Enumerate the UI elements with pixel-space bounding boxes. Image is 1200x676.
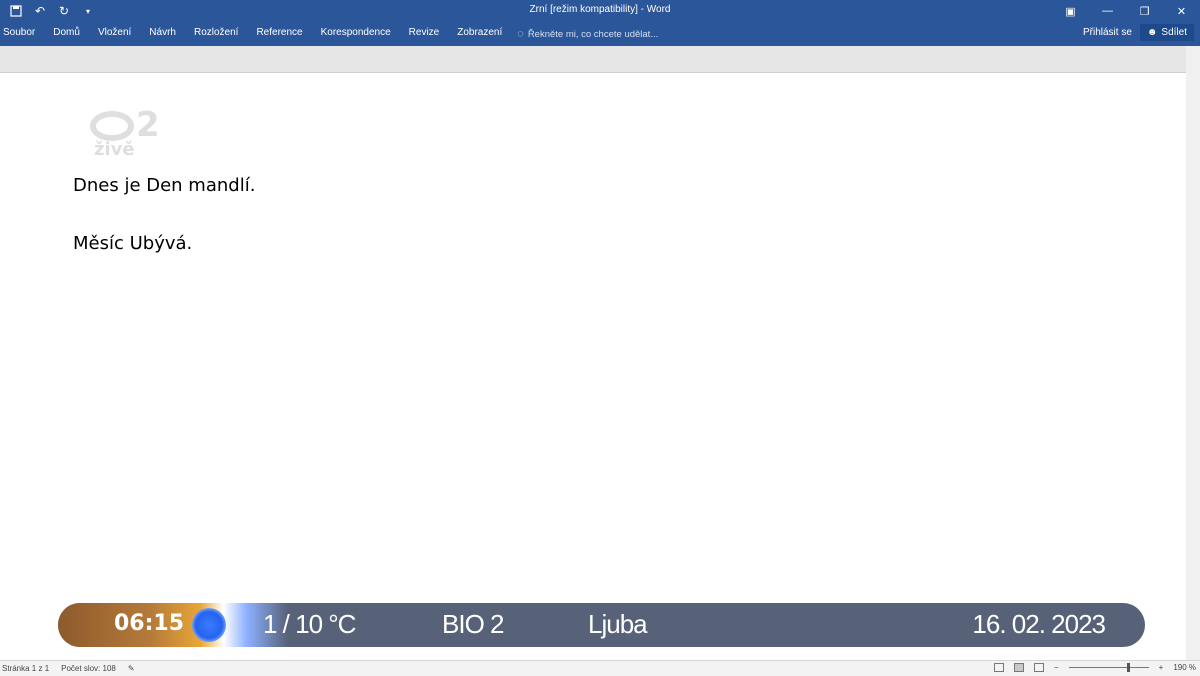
tab-references[interactable]: Reference [247, 22, 311, 46]
tab-home[interactable]: Domů [44, 22, 89, 46]
read-mode-icon[interactable] [993, 663, 1004, 672]
document-canvas: 2 živě Dnes je Den mandlí. Měsíc Ubývá. [0, 46, 1200, 661]
sign-in-link[interactable]: Přihlásit se [1083, 27, 1132, 38]
tv-nameday: Ljuba [588, 609, 648, 639]
vertical-scrollbar[interactable] [1186, 46, 1200, 660]
tab-layout[interactable]: Rozložení [185, 22, 247, 46]
tab-mailings[interactable]: Korespondence [312, 22, 400, 46]
tab-file[interactable]: Soubor [0, 22, 44, 46]
tab-review[interactable]: Revize [400, 22, 449, 46]
ribbon-display-options-icon[interactable]: ▣ [1052, 0, 1089, 22]
ribbon: Soubor Domů Vložení Návrh Rozložení Refe… [0, 22, 1200, 46]
restore-icon[interactable]: ❐ [1126, 0, 1163, 22]
share-button[interactable]: ☻ Sdílet [1139, 24, 1194, 41]
title-bar: ↶ ↻ ▾ Zrní [režim kompatibility] - Word … [0, 0, 1200, 22]
window-controls: ▣ — ❐ ✕ [1052, 0, 1200, 22]
lightbulb-icon: ◌ [517, 28, 524, 40]
logo-text: živě [94, 139, 135, 160]
logo-number: 2 [136, 105, 160, 145]
page-count[interactable]: Stránka 1 z 1 [2, 664, 49, 673]
zoom-slider-knob[interactable] [1126, 663, 1130, 672]
document-page[interactable]: 2 živě Dnes je Den mandlí. Měsíc Ubývá. [0, 72, 1186, 661]
zoom-out-icon[interactable]: − [1054, 663, 1059, 672]
close-icon[interactable]: ✕ [1163, 0, 1200, 22]
share-label: Sdílet [1161, 27, 1187, 38]
print-layout-icon[interactable] [1013, 663, 1024, 672]
tab-insert[interactable]: Vložení [89, 22, 140, 46]
person-icon: ☻ [1146, 27, 1158, 38]
tv-time: 06:15 [114, 611, 185, 636]
proofing-icon[interactable]: ✎ [128, 664, 135, 673]
tv-channel-name: BIO 2 [442, 609, 504, 639]
tv-info-band: 06:15 1 / 10 °C BIO 2 Ljuba 16. 02. 2023 [58, 603, 1145, 647]
zoom-slider-track [1068, 667, 1149, 668]
word-count[interactable]: Počet slov: 108 [61, 664, 116, 673]
web-layout-icon[interactable] [1033, 663, 1044, 672]
account-area: Přihlásit se ☻ Sdílet [1083, 24, 1194, 41]
tv-date: 16. 02. 2023 [972, 609, 1106, 639]
tab-view[interactable]: Zobrazení [448, 22, 511, 46]
zoom-level[interactable]: 190 % [1173, 663, 1196, 672]
tab-design[interactable]: Návrh [140, 22, 185, 46]
zoom-in-icon[interactable]: + [1159, 663, 1164, 672]
weather-sun-icon [192, 608, 226, 642]
tell-me-box[interactable]: ◌ Řekněte mi, co chcete udělat... [517, 28, 658, 40]
tv-channel-logo: 2 živě [90, 105, 170, 169]
status-bar: Stránka 1 z 1 Počet slov: 108 ✎ − + 190 … [0, 660, 1200, 676]
ribbon-tabs: Soubor Domů Vložení Návrh Rozložení Refe… [0, 22, 658, 46]
status-right: − + 190 % [993, 663, 1196, 672]
paragraph-2[interactable]: Měsíc Ubývá. [73, 233, 192, 254]
tv-temperature: 1 / 10 °C [263, 609, 356, 639]
minimize-icon[interactable]: — [1089, 0, 1126, 22]
logo-ring-icon [90, 111, 134, 141]
tell-me-placeholder: Řekněte mi, co chcete udělat... [527, 28, 659, 40]
zoom-slider[interactable] [1068, 663, 1149, 672]
window-title: Zrní [režim kompatibility] - Word [529, 4, 671, 15]
status-left: Stránka 1 z 1 Počet slov: 108 ✎ [2, 664, 135, 673]
paragraph-1[interactable]: Dnes je Den mandlí. [73, 175, 255, 196]
